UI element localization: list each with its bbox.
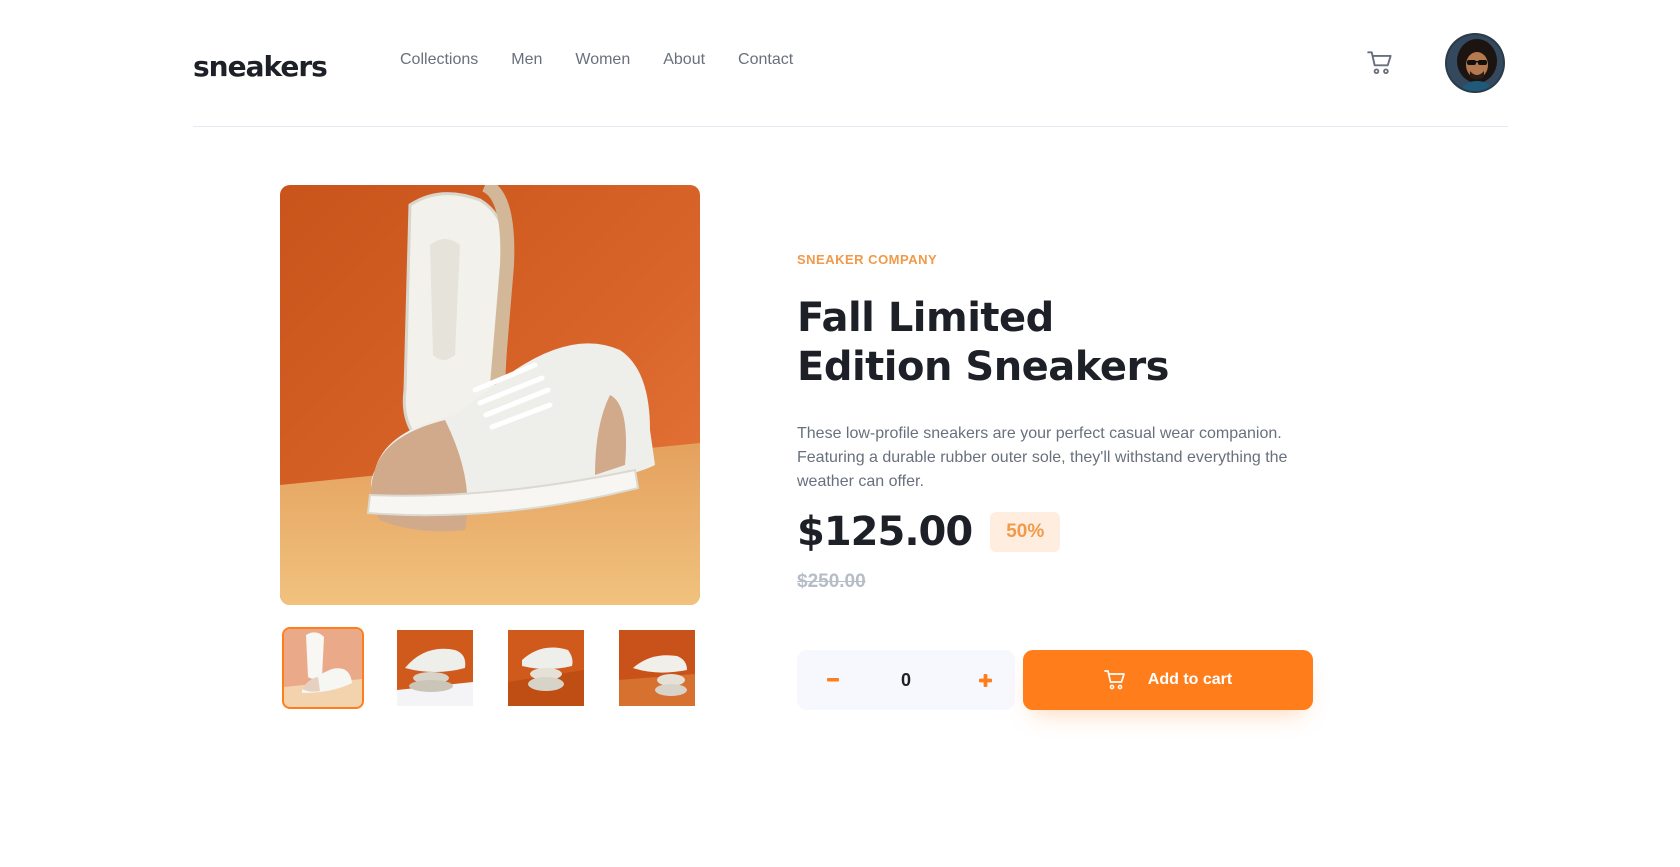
current-price: $125.00 bbox=[797, 509, 973, 555]
cart-icon bbox=[1103, 670, 1126, 690]
cart-button[interactable] bbox=[1366, 49, 1394, 77]
add-to-cart-label: Add to cart bbox=[1147, 671, 1233, 688]
discount-badge: 50% bbox=[990, 512, 1061, 552]
thumbnail-2[interactable] bbox=[397, 630, 473, 706]
nav-about[interactable]: About bbox=[663, 48, 705, 72]
site-header: sneakers Collections Men Women About Con… bbox=[193, 0, 1508, 127]
add-to-cart-button[interactable]: Add to cart bbox=[1023, 650, 1313, 710]
main-nav: Collections Men Women About Contact bbox=[400, 48, 826, 72]
nav-collections[interactable]: Collections bbox=[400, 48, 478, 72]
thumbnail-4[interactable] bbox=[619, 630, 695, 706]
nav-women[interactable]: Women bbox=[575, 48, 630, 72]
user-avatar[interactable] bbox=[1445, 33, 1505, 93]
company-name: SNEAKER COMPANY bbox=[797, 252, 938, 267]
quantity-stepper: 0 bbox=[797, 650, 1015, 710]
minus-icon bbox=[827, 678, 839, 682]
product-description: These low-profile sneakers are your perf… bbox=[797, 425, 1288, 490]
increase-button[interactable] bbox=[955, 650, 1015, 710]
plus-icon bbox=[978, 673, 992, 687]
price-row: $125.00 50% bbox=[797, 507, 1061, 557]
nav-men[interactable]: Men bbox=[511, 48, 542, 72]
quantity-value: 0 bbox=[900, 670, 911, 690]
original-price: $250.00 bbox=[797, 571, 866, 592]
thumbnail-strip bbox=[280, 627, 700, 709]
decrease-button[interactable] bbox=[803, 650, 863, 710]
nav-contact[interactable]: Contact bbox=[738, 48, 793, 72]
product-title: Fall Limited Edition Sneakers bbox=[797, 295, 1169, 390]
product-info: SNEAKER COMPANY Fall Limited Edition Sne… bbox=[797, 250, 1317, 710]
logo[interactable]: sneakers bbox=[193, 47, 328, 87]
thumbnail-1[interactable] bbox=[282, 627, 364, 709]
thumbnail-3[interactable] bbox=[508, 630, 584, 706]
product-main-image[interactable] bbox=[280, 185, 700, 605]
cart-icon bbox=[1367, 51, 1392, 75]
